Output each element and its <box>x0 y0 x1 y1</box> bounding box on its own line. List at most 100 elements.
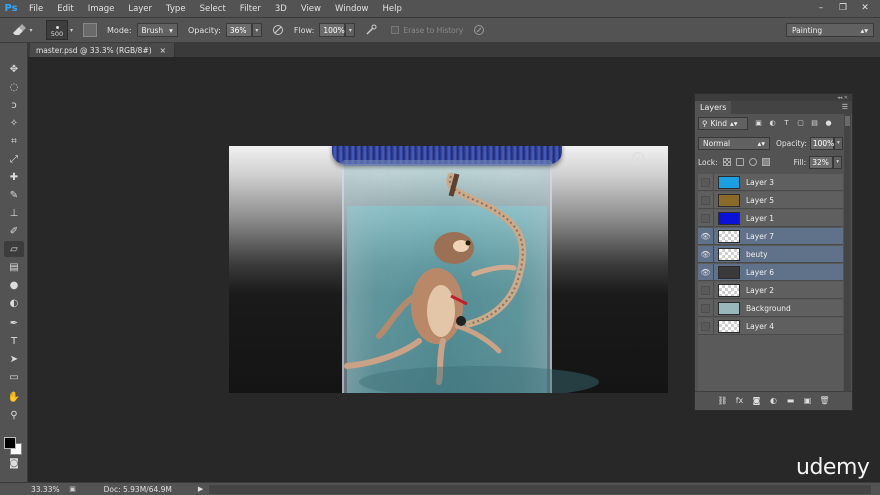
brush-tool-icon[interactable]: ✎ <box>4 187 24 203</box>
opacity-slider-toggle[interactable]: ▾ <box>251 23 262 37</box>
filter-adjustment-icon[interactable]: ◐ <box>768 119 777 128</box>
filter-pixel-icon[interactable]: ▣ <box>754 119 763 128</box>
lock-transparency-icon[interactable] <box>722 158 731 166</box>
layer-visibility-toggle[interactable]: 👁 <box>698 263 714 281</box>
filter-shape-icon[interactable]: ▢ <box>796 119 805 128</box>
layer-visibility-toggle[interactable] <box>698 281 714 299</box>
filter-type-icon[interactable]: T <box>782 119 791 128</box>
filter-smart-object-icon[interactable]: ▤ <box>810 119 819 128</box>
foreground-color-swatch[interactable] <box>4 437 16 449</box>
eraser-tool-icon[interactable]: ▱ <box>4 241 24 257</box>
erase-to-history-checkbox[interactable] <box>391 26 400 34</box>
blur-tool-icon[interactable]: ● <box>4 277 24 293</box>
tab-layers[interactable]: Layers <box>695 101 732 114</box>
layer-row[interactable]: Layer 1 <box>698 209 843 227</box>
marquee-tool-icon[interactable]: ◌ <box>4 79 24 95</box>
document-canvas[interactable] <box>229 146 668 393</box>
add-mask-icon[interactable]: ◙ <box>752 396 762 406</box>
panel-title-bar[interactable]: ◂◂ ✕ <box>695 94 852 101</box>
panel-menu-icon[interactable]: ☰ <box>842 103 848 111</box>
pressure-opacity-icon[interactable] <box>272 24 284 36</box>
magic-wand-tool-icon[interactable]: ✧ <box>4 115 24 131</box>
gradient-tool-icon[interactable]: ▤ <box>4 259 24 275</box>
menu-layer[interactable]: Layer <box>121 0 159 18</box>
layer-visibility-toggle[interactable] <box>698 209 714 227</box>
layer-visibility-toggle[interactable]: 👁 <box>698 227 714 245</box>
menu-select[interactable]: Select <box>193 0 233 18</box>
flow-field[interactable]: 100% <box>319 23 346 37</box>
brush-size-picker[interactable]: 500 <box>46 20 68 40</box>
path-selection-tool-icon[interactable]: ➤ <box>4 351 24 367</box>
restore-button[interactable]: ❐ <box>834 1 852 15</box>
menu-file[interactable]: File <box>22 0 50 18</box>
document-tab[interactable]: master.psd @ 33.3% (RGB/8#) × <box>30 43 175 57</box>
horizontal-scrollbar[interactable] <box>209 484 872 494</box>
delete-layer-icon[interactable]: 🗑 <box>819 396 829 406</box>
new-group-icon[interactable]: ▬ <box>786 396 796 406</box>
lock-all-icon[interactable] <box>761 158 770 166</box>
layer-style-icon[interactable]: fx <box>735 396 745 406</box>
airbrush-icon[interactable] <box>365 24 377 36</box>
layer-visibility-toggle[interactable] <box>698 191 714 209</box>
menu-image[interactable]: Image <box>81 0 122 18</box>
zoom-level[interactable]: 33.33% <box>31 485 60 494</box>
lasso-tool-icon[interactable]: ↄ <box>4 97 24 113</box>
quick-mask-icon[interactable]: ◙ <box>4 455 24 471</box>
move-tool-icon[interactable]: ✥ <box>4 61 24 77</box>
layer-row[interactable]: Layer 2 <box>698 281 843 299</box>
filter-kind-select[interactable]: ⚲ Kind ▴▾ <box>698 116 748 130</box>
lock-image-icon[interactable] <box>735 158 744 166</box>
healing-brush-tool-icon[interactable]: ✚ <box>4 169 24 185</box>
collapse-panel-icon[interactable]: ◂◂ ✕ <box>837 95 848 101</box>
dodge-tool-icon[interactable]: ◐ <box>4 295 24 311</box>
new-layer-icon[interactable]: ▣ <box>803 396 813 406</box>
brush-panel-toggle-icon[interactable] <box>83 23 98 37</box>
pen-tool-icon[interactable]: ✒ <box>4 315 24 331</box>
adjustment-layer-icon[interactable]: ◐ <box>769 396 779 406</box>
menu-help[interactable]: Help <box>376 0 409 18</box>
layer-row[interactable]: 👁 Layer 7 <box>698 227 843 245</box>
layer-opacity-slider-toggle[interactable]: ▾ <box>833 136 843 150</box>
history-brush-tool-icon[interactable]: ✐ <box>4 223 24 239</box>
close-window-button[interactable]: ✕ <box>856 1 874 15</box>
layer-row[interactable]: Layer 5 <box>698 191 843 209</box>
layer-visibility-toggle[interactable] <box>698 299 714 317</box>
fill-slider-toggle[interactable]: ▾ <box>833 155 843 169</box>
crop-tool-icon[interactable]: ⌗ <box>4 133 24 149</box>
zoom-tool-icon[interactable]: ⚲ <box>4 407 24 423</box>
menu-view[interactable]: View <box>294 0 328 18</box>
filter-toggle-icon[interactable]: ● <box>824 119 833 128</box>
rectangle-tool-icon[interactable]: ▭ <box>4 369 24 385</box>
menu-3d[interactable]: 3D <box>268 0 294 18</box>
layer-visibility-toggle[interactable]: 👁 <box>698 245 714 263</box>
lock-position-icon[interactable] <box>748 158 757 166</box>
layer-row[interactable]: Background <box>698 299 843 317</box>
eyedropper-tool-icon[interactable]: ⤢ <box>4 151 24 167</box>
flow-slider-toggle[interactable]: ▾ <box>345 23 356 37</box>
status-info-icon[interactable]: ▣ <box>68 485 78 494</box>
minimize-button[interactable]: – <box>812 1 830 15</box>
workspace-select[interactable]: Painting ▴▾ <box>786 23 874 37</box>
opacity-field[interactable]: 36% <box>225 23 252 37</box>
menu-filter[interactable]: Filter <box>233 0 268 18</box>
layer-opacity-field[interactable]: 100% <box>809 136 834 150</box>
menu-window[interactable]: Window <box>328 0 376 18</box>
scrollbar-thumb[interactable] <box>845 116 850 126</box>
clone-stamp-tool-icon[interactable]: ⊥ <box>4 205 24 221</box>
link-layers-icon[interactable]: ⛓ <box>717 396 727 406</box>
pressure-size-icon[interactable] <box>473 24 485 36</box>
layer-row[interactable]: 👁 Layer 6 <box>698 263 843 281</box>
mode-select[interactable]: Brush ▾ <box>136 23 178 37</box>
layer-visibility-toggle[interactable] <box>698 173 714 191</box>
type-tool-icon[interactable]: T <box>4 333 24 349</box>
layers-scrollbar[interactable] <box>844 114 851 394</box>
menu-edit[interactable]: Edit <box>50 0 80 18</box>
layer-row[interactable]: 👁 beuty <box>698 245 843 263</box>
hand-tool-icon[interactable]: ✋ <box>4 389 24 405</box>
layer-row[interactable]: Layer 4 <box>698 317 843 335</box>
layer-visibility-toggle[interactable] <box>698 317 714 335</box>
fill-field[interactable]: 32% <box>809 155 834 169</box>
status-menu-arrow[interactable]: ▶ <box>198 485 203 493</box>
close-tab-icon[interactable]: × <box>160 46 166 55</box>
tool-preset-picker[interactable]: ▾ <box>8 20 36 40</box>
